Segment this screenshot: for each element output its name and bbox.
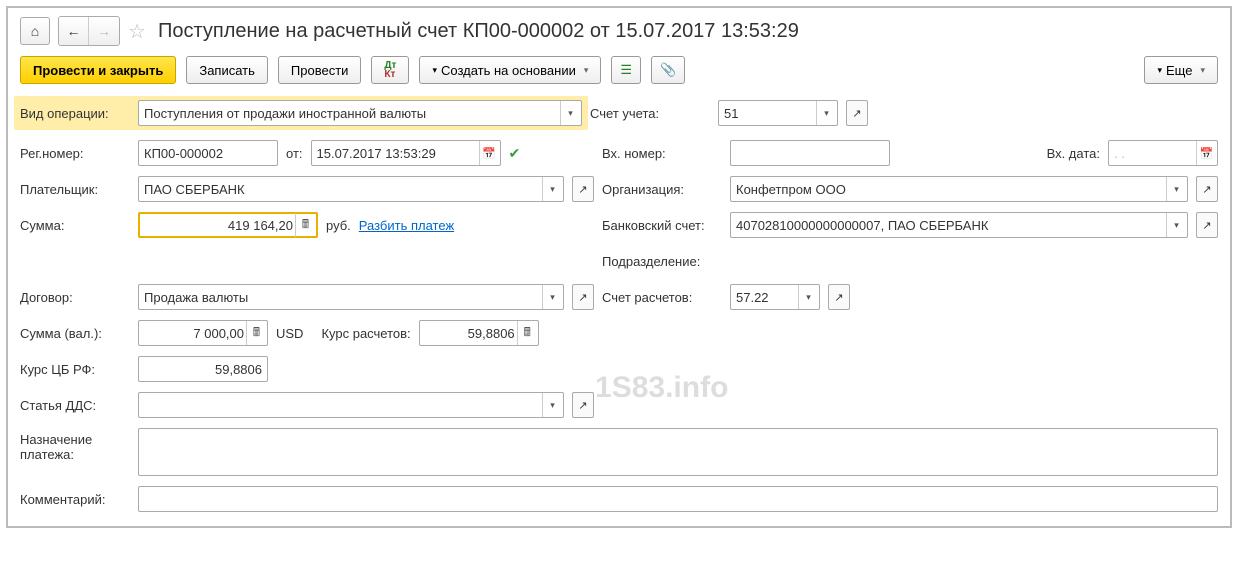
back-icon[interactable]: ← [59,17,89,45]
chevron-down-icon[interactable] [798,285,818,309]
sum-val-input[interactable]: 7 000,00 [138,320,268,346]
sum-label: Сумма: [20,218,130,233]
sum-val-label: Сумма (вал.): [20,326,130,341]
chevron-down-icon[interactable] [1166,213,1186,237]
purpose-label: Назначение платежа: [20,428,130,462]
chevron-down-icon[interactable] [542,285,562,309]
chevron-down-icon[interactable] [542,177,562,201]
op-type-label: Вид операции: [20,106,130,121]
favorite-star-icon[interactable]: ☆ [128,19,150,44]
org-label: Организация: [602,182,722,197]
op-type-select[interactable]: Поступления от продажи иностранной валют… [138,100,582,126]
account-label: Счет учета: [590,106,710,121]
from-label: от: [286,146,303,161]
calendar-icon[interactable] [1196,141,1216,165]
in-number-label: Вх. номер: [602,146,722,161]
rate-cb-label: Курс ЦБ РФ: [20,362,130,377]
chevron-down-icon[interactable] [560,101,580,125]
attach-icon[interactable]: 📎 [651,56,685,84]
open-bank-icon[interactable]: ↗ [1196,212,1218,238]
in-date-label: Вх. дата: [1047,146,1100,161]
contract-input[interactable]: Продажа валюты [138,284,564,310]
calculator-icon[interactable] [246,321,266,345]
account-input[interactable]: 51 [718,100,838,126]
open-dds-icon[interactable]: ↗ [572,392,594,418]
currency-label: руб. [326,218,351,233]
chevron-down-icon[interactable] [816,101,836,125]
calendar-icon[interactable] [479,141,499,165]
comment-input[interactable] [138,486,1218,512]
page-title: Поступление на расчетный счет КП00-00000… [158,20,799,43]
rate-calc-label: Курс расчетов: [321,326,410,341]
in-date-input[interactable]: . . [1108,140,1218,166]
department-label: Подразделение: [602,254,722,269]
create-based-on-button[interactable]: Создать на основании [419,56,601,84]
calculator-icon[interactable] [517,321,537,345]
forward-icon: → [89,17,119,45]
open-calc-account-icon[interactable]: ↗ [828,284,850,310]
reg-number-label: Рег.номер: [20,146,130,161]
org-input[interactable]: Конфетпром ООО [730,176,1188,202]
bank-account-label: Банковский счет: [602,218,722,233]
comment-label: Комментарий: [20,492,130,507]
contract-label: Договор: [20,290,130,305]
rate-cb-input[interactable]: 59,8806 [138,356,268,382]
dds-input[interactable] [138,392,564,418]
open-contract-icon[interactable]: ↗ [572,284,594,310]
purpose-textarea[interactable] [138,428,1218,476]
write-button[interactable]: Записать [186,56,268,84]
open-org-icon[interactable]: ↗ [1196,176,1218,202]
post-button[interactable]: Провести [278,56,362,84]
sum-input[interactable]: 419 164,20 [138,212,318,238]
print-icon[interactable]: ☰ [611,56,641,84]
reg-number-input[interactable]: КП00-000002 [138,140,278,166]
open-payer-icon[interactable]: ↗ [572,176,594,202]
val-currency-label: USD [276,326,303,341]
calc-account-input[interactable]: 57.22 [730,284,820,310]
post-and-close-button[interactable]: Провести и закрыть [20,56,176,84]
calc-account-label: Счет расчетов: [602,290,722,305]
payer-label: Плательщик: [20,182,130,197]
more-button[interactable]: Еще [1144,56,1218,84]
in-number-input[interactable] [730,140,890,166]
split-payment-link[interactable]: Разбить платеж [359,218,454,233]
date-input[interactable]: 15.07.2017 13:53:29 [311,140,501,166]
rate-calc-input[interactable]: 59,8806 [419,320,539,346]
payer-input[interactable]: ПАО СБЕРБАНК [138,176,564,202]
bank-account-input[interactable]: 40702810000000000007, ПАО СБЕРБАНК [730,212,1188,238]
home-icon[interactable]: ⌂ [20,17,50,45]
calculator-icon[interactable] [295,213,315,237]
check-ok-icon: ✔ [509,145,521,162]
open-account-icon[interactable]: ↗ [846,100,868,126]
chevron-down-icon[interactable] [1166,177,1186,201]
chevron-down-icon[interactable] [542,393,562,417]
dds-label: Статья ДДС: [20,398,130,413]
dtkt-button[interactable]: ДтКт [371,56,409,84]
